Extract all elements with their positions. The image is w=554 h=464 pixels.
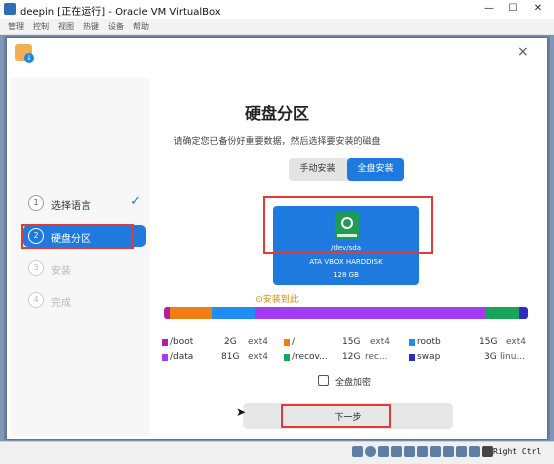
partition-name: /boot: [170, 337, 194, 347]
tab-manual-install[interactable]: 手动安装: [289, 158, 346, 181]
menu-item-hotkey[interactable]: 热键: [83, 21, 99, 32]
install-mode-tabs: 手动安装 全盘安装: [289, 158, 404, 181]
annotation-highlight-step: [21, 224, 134, 249]
legend-item-root: / 15G ext4: [284, 337, 398, 349]
keyboard-capture-status-icon[interactable]: [482, 446, 493, 457]
tab-full-disk-install[interactable]: 全盘安装: [347, 158, 404, 181]
step-install: 3 安装: [23, 257, 146, 279]
partition-size: 12G: [342, 352, 361, 362]
partition-segment: [519, 307, 528, 319]
legend-item-rootb: rootb 15G ext4: [409, 337, 529, 349]
maximize-button[interactable]: ☐: [502, 1, 524, 17]
page-subtitle: 请确定您已备份好重要数据，然后选择要安装的磁盘: [173, 137, 381, 147]
legend-swatch: [162, 339, 168, 346]
partition-size: 15G: [479, 337, 498, 347]
disk-size: 128 GB: [333, 271, 359, 279]
close-window-button[interactable]: ✕: [527, 1, 549, 17]
display-status-icon[interactable]: [430, 446, 441, 457]
partition-fs: linu...: [500, 352, 525, 362]
step-label: 安装: [51, 266, 71, 277]
legend-swatch: [284, 354, 290, 361]
mouse-integration-status-icon[interactable]: [469, 446, 480, 457]
menu-item-view[interactable]: 视图: [58, 21, 74, 32]
step-label: 选择语言: [51, 201, 91, 212]
step-select-language[interactable]: 1 选择语言 ✓: [23, 192, 146, 214]
network-status-icon[interactable]: [391, 446, 402, 457]
legend-swatch: [409, 354, 415, 361]
menu-item-manage[interactable]: 管理: [8, 21, 24, 32]
mouse-cursor-icon: ➤: [236, 405, 247, 419]
installer-header: ↓ ×: [7, 38, 547, 74]
partition-fs: ext4: [370, 337, 390, 347]
legend-swatch: [409, 339, 415, 346]
partition-name: rootb: [417, 337, 441, 347]
partition-name: swap: [417, 352, 441, 362]
partition-segment: [254, 307, 486, 319]
minimize-button[interactable]: —: [478, 1, 500, 17]
usb-status-icon[interactable]: [404, 446, 415, 457]
partition-segment: [485, 307, 520, 319]
optical-drive-status-icon[interactable]: [365, 446, 376, 457]
installer-close-button[interactable]: ×: [517, 44, 529, 60]
legend-item-data: /data 81G ext4: [162, 352, 274, 364]
menu-item-control[interactable]: 控制: [33, 21, 49, 32]
annotation-highlight-next: [281, 404, 391, 428]
partition-name: /: [292, 337, 296, 347]
installer-window: ↓ × 1 选择语言 ✓ 2 硬盘分区 3 安装 4 完成 硬盘分区 请确定您已…: [7, 38, 547, 439]
legend-swatch: [162, 354, 168, 361]
partition-size: 81G: [221, 352, 240, 362]
partition-name: /recov...: [292, 352, 328, 362]
menubar: 管理 控制 视图 热键 设备 帮助: [0, 19, 554, 35]
partition-bar: [164, 307, 528, 319]
host-key-label: Right Ctrl: [493, 447, 542, 456]
download-icon: ↓: [24, 53, 34, 63]
step-number: 3: [28, 260, 44, 276]
partition-size: 15G: [342, 337, 361, 347]
window-title: deepin [正在运行] - Oracle VM VirtualBox: [20, 7, 221, 18]
partition-fs: ext4: [506, 337, 526, 347]
checkbox-box[interactable]: [318, 375, 329, 386]
cpu-status-icon[interactable]: [456, 446, 467, 457]
full-disk-encryption-checkbox[interactable]: 全盘加密: [318, 375, 371, 388]
step-number: 1: [28, 195, 44, 211]
shared-folders-status-icon[interactable]: [417, 446, 428, 457]
menu-item-help[interactable]: 帮助: [133, 21, 149, 32]
vm-statusbar: Right Ctrl: [0, 441, 554, 464]
window-titlebar[interactable]: deepin [正在运行] - Oracle VM VirtualBox — ☐…: [0, 0, 554, 20]
virtualbox-icon: [4, 3, 16, 15]
legend-item-boot: /boot 2G ext4: [162, 337, 274, 349]
partition-segment: [212, 307, 255, 319]
audio-status-icon[interactable]: [378, 446, 389, 457]
legend-swatch: [284, 339, 290, 346]
annotation-highlight-disk: [263, 196, 433, 254]
encryption-label: 全盘加密: [335, 378, 372, 388]
recording-status-icon[interactable]: [443, 446, 454, 457]
disk-model: ATA VBOX HARDDISK: [309, 258, 383, 266]
partition-fs: ext4: [248, 352, 268, 362]
hard-disk-status-icon[interactable]: [352, 446, 363, 457]
partition-size: 3G: [484, 352, 497, 362]
partition-name: /data: [170, 352, 194, 362]
legend-item-swap: swap 3G linu...: [409, 352, 529, 364]
menu-item-devices[interactable]: 设备: [108, 21, 124, 32]
checkmark-icon: ✓: [130, 194, 141, 209]
page-title: 硬盘分区: [244, 104, 309, 123]
installer-logo-icon: ↓: [15, 44, 34, 63]
partition-size: 2G: [224, 337, 237, 347]
steps-sidebar: 1 选择语言 ✓ 2 硬盘分区 3 安装 4 完成: [10, 78, 150, 436]
legend-item-recovery: /recov... 12G rec...: [284, 352, 398, 364]
partition-segment: [169, 307, 213, 319]
partition-fs: rec...: [365, 352, 388, 362]
partition-fs: ext4: [248, 337, 268, 347]
install-here-label: ⊙安装到此: [255, 295, 299, 305]
